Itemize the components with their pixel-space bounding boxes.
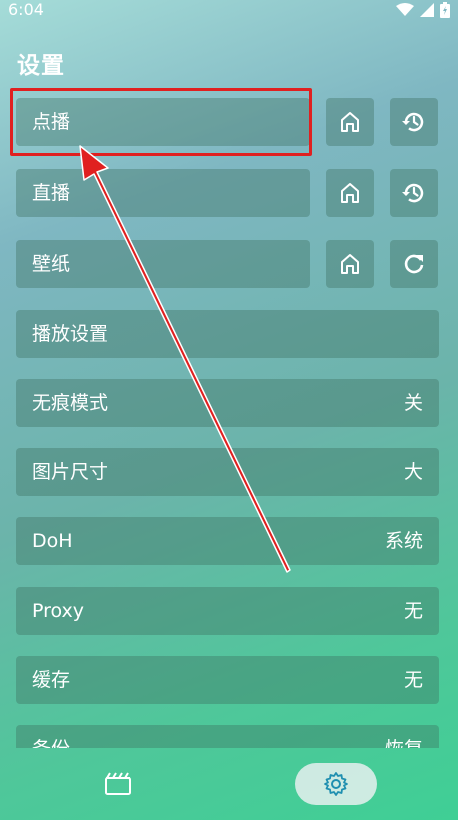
setting-backup-value: 恢复 xyxy=(385,725,423,748)
setting-cache-label: 缓存 xyxy=(32,669,71,691)
setting-backup[interactable]: 备份 恢复 xyxy=(16,725,439,748)
battery-icon xyxy=(440,2,450,18)
setting-proxy-label: Proxy xyxy=(32,600,85,622)
setting-image-size-value: 大 xyxy=(403,461,423,483)
setting-incognito-value: 关 xyxy=(403,392,423,414)
setting-live-label: 直播 xyxy=(32,182,71,204)
setting-doh-value: 系统 xyxy=(384,530,423,552)
setting-proxy[interactable]: Proxy 无 xyxy=(16,587,439,635)
signal-icon xyxy=(420,3,434,17)
live-home-button[interactable] xyxy=(326,169,374,217)
setting-image-size-label: 图片尺寸 xyxy=(32,461,109,483)
gear-icon xyxy=(324,772,348,796)
setting-wallpaper[interactable]: 壁纸 xyxy=(16,240,310,288)
setting-cache[interactable]: 缓存 无 xyxy=(16,656,439,704)
setting-live[interactable]: 直播 xyxy=(16,169,310,217)
setting-doh-label: DoH xyxy=(32,530,73,552)
setting-wallpaper-label: 壁纸 xyxy=(32,253,71,275)
settings-list[interactable]: 点播 直播 壁纸 播放设置 无痕模式 关 图片尺寸 大 DoH 系统 Proxy… xyxy=(0,88,458,748)
setting-incognito-label: 无痕模式 xyxy=(32,392,109,414)
home-icon xyxy=(341,112,359,132)
wallpaper-refresh-button[interactable] xyxy=(390,240,438,288)
setting-doh[interactable]: DoH 系统 xyxy=(16,517,439,565)
home-icon xyxy=(341,183,359,203)
wifi-icon xyxy=(396,3,414,16)
setting-backup-label: 备份 xyxy=(32,725,70,748)
nav-film-button[interactable] xyxy=(102,770,134,798)
wallpaper-home-button[interactable] xyxy=(326,240,374,288)
history-icon xyxy=(402,112,424,132)
status-icons xyxy=(396,2,450,18)
film-icon xyxy=(105,772,131,795)
live-history-button[interactable] xyxy=(390,169,438,217)
setting-image-size[interactable]: 图片尺寸 大 xyxy=(16,448,439,496)
bottom-nav xyxy=(0,748,458,820)
setting-incognito[interactable]: 无痕模式 关 xyxy=(16,379,439,427)
setting-cache-value: 无 xyxy=(403,669,423,691)
refresh-icon xyxy=(404,254,424,274)
setting-playback[interactable]: 播放设置 xyxy=(16,310,439,358)
nav-settings-button[interactable] xyxy=(295,763,377,805)
status-bar: 6:04 xyxy=(0,0,458,24)
home-icon xyxy=(341,254,359,274)
history-icon xyxy=(402,183,424,203)
vod-home-button[interactable] xyxy=(326,98,374,146)
vod-history-button[interactable] xyxy=(390,98,438,146)
status-time: 6:04 xyxy=(8,0,44,19)
setting-playback-label: 播放设置 xyxy=(32,323,109,345)
page-title: 设置 xyxy=(17,53,65,79)
highlight-box xyxy=(10,88,312,156)
setting-proxy-value: 无 xyxy=(403,600,423,622)
